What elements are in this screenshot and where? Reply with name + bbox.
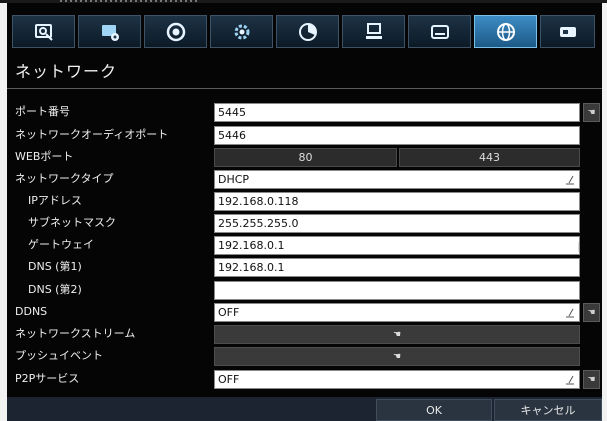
web-port-https-field[interactable]: 443 [399,148,580,167]
dropdown-arrow-icon [566,308,574,318]
display-settings-icon [101,24,119,41]
keyboard-icon [430,24,449,39]
gear-icon [234,24,249,39]
record-icon [166,22,185,41]
pointer-icon: ☚ [392,351,402,362]
storage-icon [559,26,576,37]
storage-button[interactable] [540,15,595,48]
device-button[interactable] [342,15,405,48]
network-type-value: DHCP [218,173,250,186]
web-port-label: WEBポート [15,150,74,163]
network-stream-button[interactable]: ☚ [214,325,580,344]
pointer-icon: ☚ [587,107,596,118]
port-detail-button[interactable]: ☚ [583,103,600,122]
web-port-http-field[interactable]: 80 [214,148,397,167]
audio-port-label: ネットワークオーディオポート [15,128,169,141]
dropdown-arrow-icon [566,375,574,385]
window-top-handle [60,0,200,2]
port-input[interactable]: 5445 [214,103,580,122]
statistics-button[interactable] [276,15,339,48]
network-type-select[interactable]: DHCP [214,170,580,189]
audio-port-input[interactable]: 5446 [214,126,580,145]
text-cursor-icon [578,242,579,252]
page-title: ネットワーク [15,62,118,81]
ip-input[interactable]: 192.168.0.118 [214,192,580,211]
pointer-icon: ☚ [587,374,596,385]
ddns-select[interactable]: OFF [214,303,580,322]
push-event-label: プッシュイベント [15,349,103,362]
cancel-button[interactable]: キャンセル [494,399,602,421]
subnet-label: サブネットマスク [28,216,116,229]
ok-button[interactable]: OK [376,399,492,421]
pointer-icon: ☚ [587,307,596,318]
push-event-button[interactable]: ☚ [214,347,580,366]
window-frame-left [0,3,7,421]
globe-icon [496,22,515,41]
dns1-input[interactable]: 192.168.0.1 [214,258,580,277]
window-frame-right [602,3,607,421]
record-button[interactable] [144,15,207,48]
display-settings-button[interactable] [78,15,141,48]
stream-label: ネットワークストリーム [15,327,136,340]
p2p-value: OFF [218,373,240,386]
network-type-label: ネットワークタイプ [15,172,114,185]
camera-search-icon [34,23,53,41]
ddns-label: DDNS [15,305,48,318]
dns2-label: DNS (第2) [28,283,82,296]
system-settings-button[interactable] [210,15,273,48]
camera-search-button[interactable] [12,15,75,48]
input-button[interactable] [408,15,471,48]
ip-label: IPアドレス [28,194,82,207]
dns2-input[interactable] [214,281,580,300]
p2p-select[interactable]: OFF [214,370,580,389]
network-button[interactable] [474,15,537,48]
dropdown-arrow-icon [566,175,574,185]
gateway-input[interactable]: 192.168.0.1 [214,236,580,255]
p2p-label: P2Pサービス [15,372,80,385]
port-label: ポート番号 [15,105,70,118]
gateway-label: ゲートウェイ [28,238,94,251]
subnet-input[interactable]: 255.255.255.0 [214,214,580,233]
dns1-label: DNS (第1) [28,260,82,273]
title-divider [7,88,602,89]
ddns-detail-button[interactable]: ☚ [583,303,600,322]
main-toolbar [7,5,602,58]
pie-chart-icon [298,22,317,41]
computer-icon [365,22,382,39]
p2p-detail-button[interactable]: ☚ [583,370,600,389]
pointer-icon: ☚ [392,329,402,340]
ddns-value: OFF [218,306,240,319]
